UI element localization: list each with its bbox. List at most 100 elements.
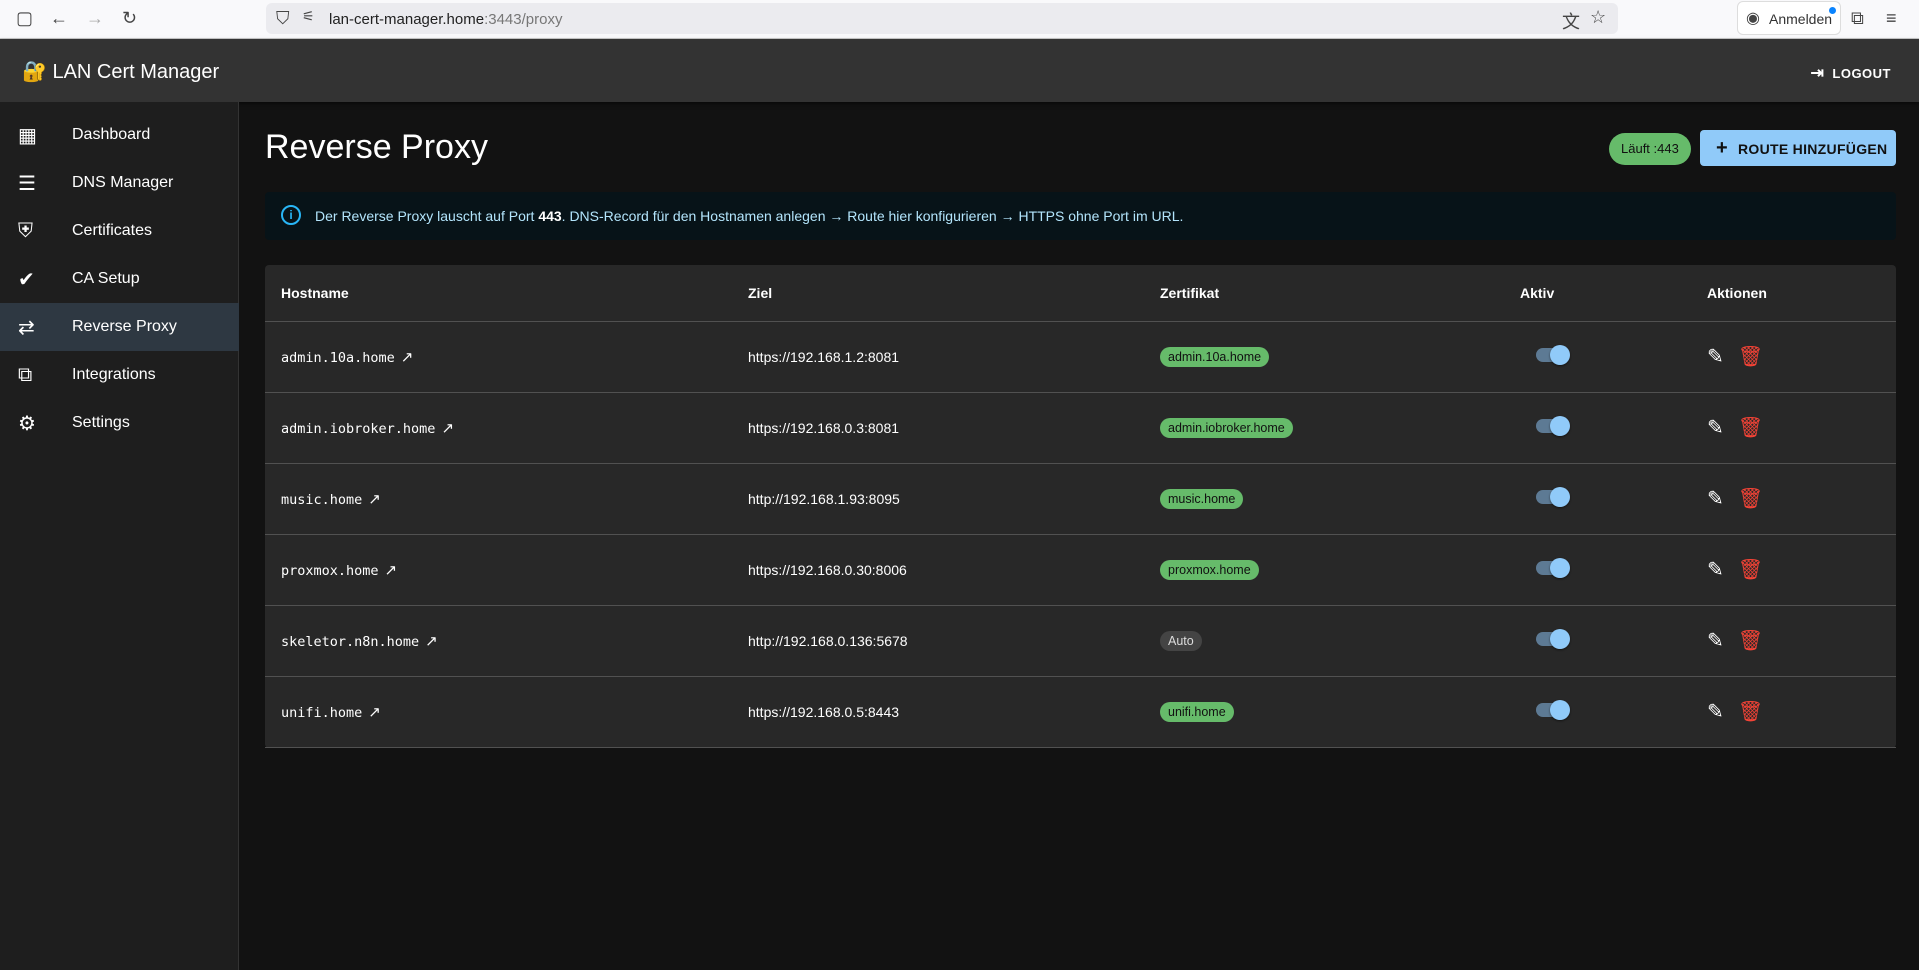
signin-button[interactable]: ◉ Anmelden: [1737, 1, 1841, 35]
sidebar-item-reverse-proxy[interactable]: ⇄ Reverse Proxy: [0, 303, 239, 351]
bookmark-star-icon[interactable]: ☆: [1590, 7, 1606, 28]
proxy-status-badge: Läuft :443: [1609, 133, 1691, 165]
table-row: admin.iobroker.home ↗ https://192.168.0.3…: [265, 392, 1896, 464]
target-url: https://192.168.1.2:8081: [732, 321, 1144, 393]
sidebar-item-dashboard[interactable]: ▦ Dashboard: [0, 111, 239, 159]
certificate-chip: admin.iobroker.home: [1160, 417, 1293, 438]
delete-icon[interactable]: 🗑: [1738, 488, 1763, 510]
sidebar-item-integrations[interactable]: ⧉ Integrations: [0, 351, 239, 399]
url-host: lan-cert-manager.home: [329, 11, 485, 28]
active-toggle[interactable]: [1532, 698, 1570, 722]
active-toggle[interactable]: [1532, 485, 1570, 509]
logout-icon: ⇥: [1810, 65, 1825, 82]
gear-icon: ⚙: [18, 412, 36, 435]
open-external-icon[interactable]: ↗: [385, 561, 398, 579]
active-toggle[interactable]: [1532, 627, 1570, 651]
edit-icon[interactable]: ✎: [1707, 701, 1724, 723]
sidebar: ▦ Dashboard ☰ DNS Manager ⛨ Certificates ✔ CA S…: [0, 102, 239, 970]
info-icon: i: [281, 205, 301, 225]
target-url: https://192.168.0.30:8006: [732, 534, 1144, 606]
page-title: Reverse Proxy: [265, 128, 488, 166]
menu-icon[interactable]: ≡: [1886, 8, 1897, 29]
sidebar-item-certificates[interactable]: ⛨ Certificates: [0, 207, 239, 255]
table-row: music.home ↗ http://192.168.1.93:8095 mus…: [265, 463, 1896, 535]
sidebar-item-label: Certificates: [72, 222, 153, 239]
open-external-icon[interactable]: ↗: [401, 348, 414, 366]
hostname: proxmox.home: [281, 562, 379, 579]
ca-shield-check-icon: ✔: [18, 268, 35, 291]
signin-label: Anmelden: [1769, 11, 1833, 27]
certificate-shield-icon: ⛨: [18, 219, 33, 242]
delete-icon[interactable]: 🗑: [1738, 346, 1763, 368]
sidebar-item-settings[interactable]: ⚙ Settings: [0, 399, 239, 447]
hostname: admin.10a.home: [281, 349, 395, 366]
translate-icon[interactable]: 文: [1562, 8, 1580, 34]
url-bar[interactable]: ⛉ ⚟ lan-cert-manager.home:3443/proxy 文 ☆: [266, 3, 1618, 34]
active-toggle[interactable]: [1532, 556, 1570, 580]
table-row: proxmox.home ↗ https://192.168.0.30:8006 …: [265, 534, 1896, 606]
certificate-chip: Auto: [1160, 630, 1202, 651]
plus-icon: +: [1716, 137, 1728, 159]
logout-button[interactable]: ⇥ LOGOUT: [1810, 63, 1891, 83]
back-icon[interactable]: ←: [50, 8, 68, 29]
active-toggle[interactable]: [1532, 343, 1570, 367]
toggle-knob: [1550, 629, 1570, 649]
open-external-icon[interactable]: ↗: [425, 632, 438, 650]
hostname: admin.iobroker.home: [281, 420, 436, 437]
certificate-chip: proxmox.home: [1160, 559, 1259, 580]
delete-icon[interactable]: 🗑: [1738, 417, 1763, 439]
delete-icon[interactable]: 🗑: [1738, 630, 1763, 652]
delete-icon[interactable]: 🗑: [1738, 559, 1763, 581]
app-title: 🔐 LAN Cert Manager: [22, 61, 220, 83]
edit-icon[interactable]: ✎: [1707, 346, 1724, 368]
target-url: http://192.168.1.93:8095: [732, 463, 1144, 535]
edit-icon[interactable]: ✎: [1707, 559, 1724, 581]
sidebar-item-label: Dashboard: [72, 126, 151, 143]
certificate-chip: unifi.home: [1160, 701, 1234, 722]
extensions-icon[interactable]: ⧉: [1851, 8, 1864, 29]
open-external-icon[interactable]: ↗: [368, 703, 381, 721]
logout-label: LOGOUT: [1832, 66, 1891, 81]
open-external-icon[interactable]: ↗: [441, 419, 454, 437]
sidebar-item-label: CA Setup: [72, 270, 140, 287]
sidebar-item-dns-manager[interactable]: ☰ DNS Manager: [0, 159, 239, 207]
certificate-chip: admin.10a.home: [1160, 346, 1270, 367]
edit-icon[interactable]: ✎: [1707, 630, 1724, 652]
browser-toolbar: ▢ ← → ↻ ⛉ ⚟ lan-cert-manager.home:3443/p…: [0, 0, 1919, 39]
edit-icon[interactable]: ✎: [1707, 488, 1724, 510]
toggle-knob: [1550, 416, 1570, 436]
col-active: Aktiv: [1504, 265, 1691, 322]
delete-icon[interactable]: 🗑: [1738, 701, 1763, 723]
sidebar-item-label: Integrations: [72, 366, 156, 383]
swap-arrows-icon: ⇄: [18, 316, 35, 339]
info-text: Der Reverse Proxy lauscht auf Port: [315, 208, 539, 224]
add-route-button[interactable]: + ROUTE HINZUFÜGEN: [1700, 130, 1896, 166]
toggle-knob: [1550, 558, 1570, 578]
notification-dot: [1829, 7, 1836, 14]
col-hostname: Hostname: [265, 265, 732, 322]
table-row: admin.10a.home ↗ https://192.168.1.2:8081…: [265, 321, 1896, 393]
add-route-label: ROUTE HINZUFÜGEN: [1737, 141, 1888, 157]
target-url: https://192.168.0.3:8081: [732, 392, 1144, 464]
permissions-icon[interactable]: ⚟: [302, 8, 315, 25]
toggle-knob: [1550, 487, 1570, 507]
routes-table: Hostname Ziel Zertifikat Aktiv Aktionen …: [265, 265, 1896, 748]
app-bar: 🔐 LAN Cert Manager ⇥ LOGOUT: [0, 39, 1919, 102]
info-port: 443: [538, 208, 562, 224]
edit-icon[interactable]: ✎: [1707, 417, 1724, 439]
dashboard-icon: ▦: [18, 124, 37, 147]
active-toggle[interactable]: [1532, 414, 1570, 438]
integration-icon: ⧉: [18, 363, 33, 386]
hostname: unifi.home: [281, 704, 363, 721]
forward-icon[interactable]: →: [86, 8, 104, 29]
sidebar-item-ca-setup[interactable]: ✔ CA Setup: [0, 255, 239, 303]
col-actions: Aktionen: [1691, 265, 1896, 322]
account-icon: ◉: [1746, 10, 1760, 27]
toggle-knob: [1550, 345, 1570, 365]
table-row: unifi.home ↗ https://192.168.0.5:8443 uni…: [265, 676, 1896, 748]
sidebar-toggle-icon[interactable]: ▢: [16, 8, 33, 29]
info-text-rest: . DNS-Record für den Hostnamen anlegen →…: [561, 208, 1184, 224]
reload-icon[interactable]: ↻: [122, 8, 137, 29]
target-url: http://192.168.0.136:5678: [732, 605, 1144, 677]
open-external-icon[interactable]: ↗: [368, 490, 381, 508]
